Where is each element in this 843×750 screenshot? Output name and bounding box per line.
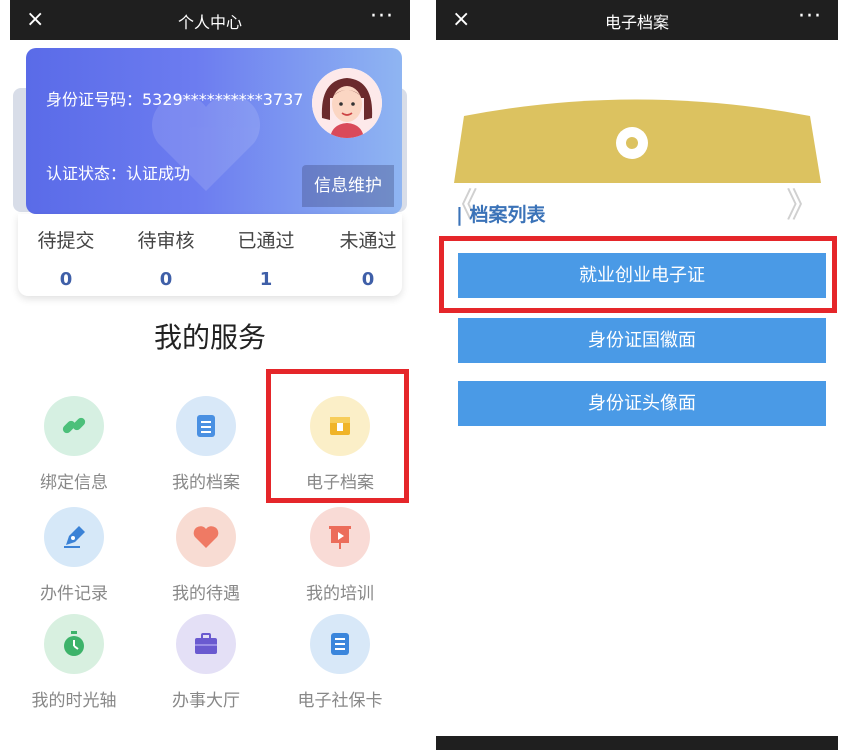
stat-value: 0 xyxy=(361,269,375,290)
personal-center-screen: × 个人中心 ··· 身份证号码：5329**********3737 认证状态… xyxy=(10,0,410,750)
service-label: 办件记录 xyxy=(40,584,108,604)
link-icon xyxy=(44,396,104,456)
service-timeline[interactable]: 我的时光轴 xyxy=(14,614,134,711)
highlight-box xyxy=(439,236,837,313)
stat-label: 未通过 xyxy=(339,230,397,252)
services-title: 我的服务 xyxy=(153,321,266,354)
auth-status: 认证状态：认证成功 xyxy=(46,164,191,183)
stat-pending-submit[interactable]: 待提交 0 xyxy=(18,226,114,290)
stat-value: 1 xyxy=(259,269,273,290)
service-label: 办事大厅 xyxy=(172,691,240,711)
bottom-bar xyxy=(436,736,838,750)
stat-approved[interactable]: 已通过 1 xyxy=(218,226,314,290)
stat-label: 待提交 xyxy=(37,230,95,252)
more-icon[interactable]: ··· xyxy=(370,4,394,29)
top-bar: × 个人中心 ··· xyxy=(10,0,410,40)
id-number: 身份证号码：5329**********3737 xyxy=(46,90,304,109)
heart-icon xyxy=(176,507,236,567)
service-records[interactable]: 办件记录 xyxy=(14,507,134,604)
service-label: 我的时光轴 xyxy=(31,691,117,711)
archive-banner xyxy=(454,99,821,183)
archive-item-id-emblem-side[interactable]: 身份证国徽面 xyxy=(458,318,826,363)
page-title: 个人中心 xyxy=(177,13,242,32)
training-board-icon xyxy=(310,507,370,567)
pen-icon xyxy=(44,507,104,567)
archive-list-title: | 档案列表 xyxy=(456,204,546,226)
stat-rejected[interactable]: 未通过 0 xyxy=(320,226,410,290)
stat-value: 0 xyxy=(159,269,173,290)
service-benefits[interactable]: 我的待遇 xyxy=(146,507,266,604)
service-bind-info[interactable]: 绑定信息 xyxy=(14,396,134,493)
service-hall[interactable]: 办事大厅 xyxy=(146,614,266,711)
more-icon[interactable]: ··· xyxy=(798,4,822,29)
service-label: 电子社保卡 xyxy=(297,691,383,711)
info-maintain-button[interactable]: 信息维护 xyxy=(302,165,394,207)
document-icon xyxy=(176,396,236,456)
stat-label: 已通过 xyxy=(237,230,295,252)
service-label: 我的档案 xyxy=(172,473,240,493)
highlight-box xyxy=(266,369,409,503)
application-stats: 待提交 0 待审核 0 已通过 1 未通过 0 xyxy=(18,214,402,296)
page-title: 电子档案 xyxy=(604,13,669,32)
stat-value: 0 xyxy=(59,269,73,290)
stat-pending-review[interactable]: 待审核 0 xyxy=(118,226,214,290)
service-training[interactable]: 我的培训 xyxy=(280,507,400,604)
e-archive-screen: × 电子档案 ··· 《 》 | 档案列表 就业创业电子证 身份证国徽面 身份证… xyxy=(436,0,838,750)
briefcase-icon xyxy=(176,614,236,674)
stat-label: 待审核 xyxy=(137,230,195,252)
service-my-archive[interactable]: 我的档案 xyxy=(146,396,266,493)
stopwatch-icon xyxy=(44,614,104,674)
service-label: 绑定信息 xyxy=(40,473,108,493)
avatar xyxy=(312,68,382,138)
service-label: 我的待遇 xyxy=(172,584,240,604)
service-label: 我的培训 xyxy=(306,584,374,604)
service-social-card[interactable]: 电子社保卡 xyxy=(280,614,400,711)
archive-item-id-photo-side[interactable]: 身份证头像面 xyxy=(458,381,826,426)
chevron-right-icon[interactable]: 》 xyxy=(786,178,820,227)
card-icon xyxy=(310,614,370,674)
top-bar: × 电子档案 ··· xyxy=(436,0,838,40)
